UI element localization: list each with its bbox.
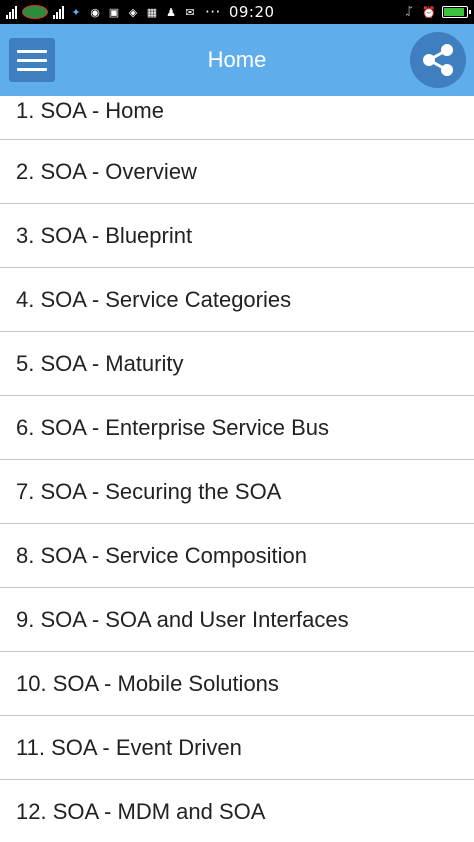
page-title: Home [207,47,267,72]
list-item[interactable]: 12. SOA - MDM and SOA [0,780,474,842]
list-item[interactable]: 2. SOA - Overview [0,140,474,204]
hamburger-line [17,49,47,53]
status-time: 09:20 [228,3,275,21]
mail-icon: ✉ [185,6,195,19]
list-item-label: 8. SOA - Service Composition [16,542,308,568]
list-item-label: 4. SOA - Service Categories [16,286,292,312]
status-bar: ✦ ◉ ▣ ◈ ▦ ♟ ✉ ··· 09:20 ᛢ ⏰ [0,0,474,24]
status-icons-left: ✦ ◉ ▣ ◈ ▦ ♟ ✉ [6,5,197,19]
app-bar: Home [0,24,474,96]
signal-icon-2 [53,5,64,19]
list-item[interactable]: 4. SOA - Service Categories [0,268,474,332]
image-icon: ▦ [146,6,158,19]
bluetooth-icon: ᛢ [405,6,413,18]
battery-icon [442,6,471,18]
instagram-icon: ▣ [108,6,120,19]
signal-icon [6,5,17,19]
list-item-label: 11. SOA - Event Driven [16,734,242,760]
list-item-label: 7. SOA - Securing the SOA [16,478,282,504]
share-button[interactable] [410,32,466,88]
shield-icon: ◈ [128,6,138,19]
network-icon: ✦ [71,6,81,19]
list-item[interactable]: 6. SOA - Enterprise Service Bus [0,396,474,460]
list-item-label: 6. SOA - Enterprise Service Bus [16,414,330,440]
list-item[interactable]: 8. SOA - Service Composition [0,524,474,588]
messenger-icon: ◉ [90,6,100,19]
list-item-label: 10. SOA - Mobile Solutions [16,670,279,696]
status-icons-right: ᛢ ⏰ [402,5,471,19]
list-item[interactable]: 1. SOA - Home [0,96,474,140]
alarm-icon: ⏰ [422,6,436,19]
topic-list: 1. SOA - Home 2. SOA - Overview 3. SOA -… [0,96,474,842]
list-item[interactable]: 5. SOA - Maturity [0,332,474,396]
hamburger-line [17,67,47,71]
person-icon: ♟ [166,6,176,19]
status-ellipsis: ··· [205,3,221,21]
share-icon [423,44,453,76]
menu-button[interactable] [9,38,55,82]
list-item[interactable]: 11. SOA - Event Driven [0,716,474,780]
carrier-logo-icon [22,5,48,19]
list-item[interactable]: 7. SOA - Securing the SOA [0,460,474,524]
list-item[interactable]: 3. SOA - Blueprint [0,204,474,268]
list-item-label: 2. SOA - Overview [16,158,197,184]
list-item-label: 12. SOA - MDM and SOA [16,798,266,824]
list-item-label: 1. SOA - Home [16,98,164,123]
list-item[interactable]: 10. SOA - Mobile Solutions [0,652,474,716]
list-item-label: 3. SOA - Blueprint [16,222,193,248]
list-item-label: 5. SOA - Maturity [16,350,184,376]
hamburger-line [17,58,47,62]
list-item[interactable]: 9. SOA - SOA and User Interfaces [0,588,474,652]
list-item-label: 9. SOA - SOA and User Interfaces [16,606,349,632]
